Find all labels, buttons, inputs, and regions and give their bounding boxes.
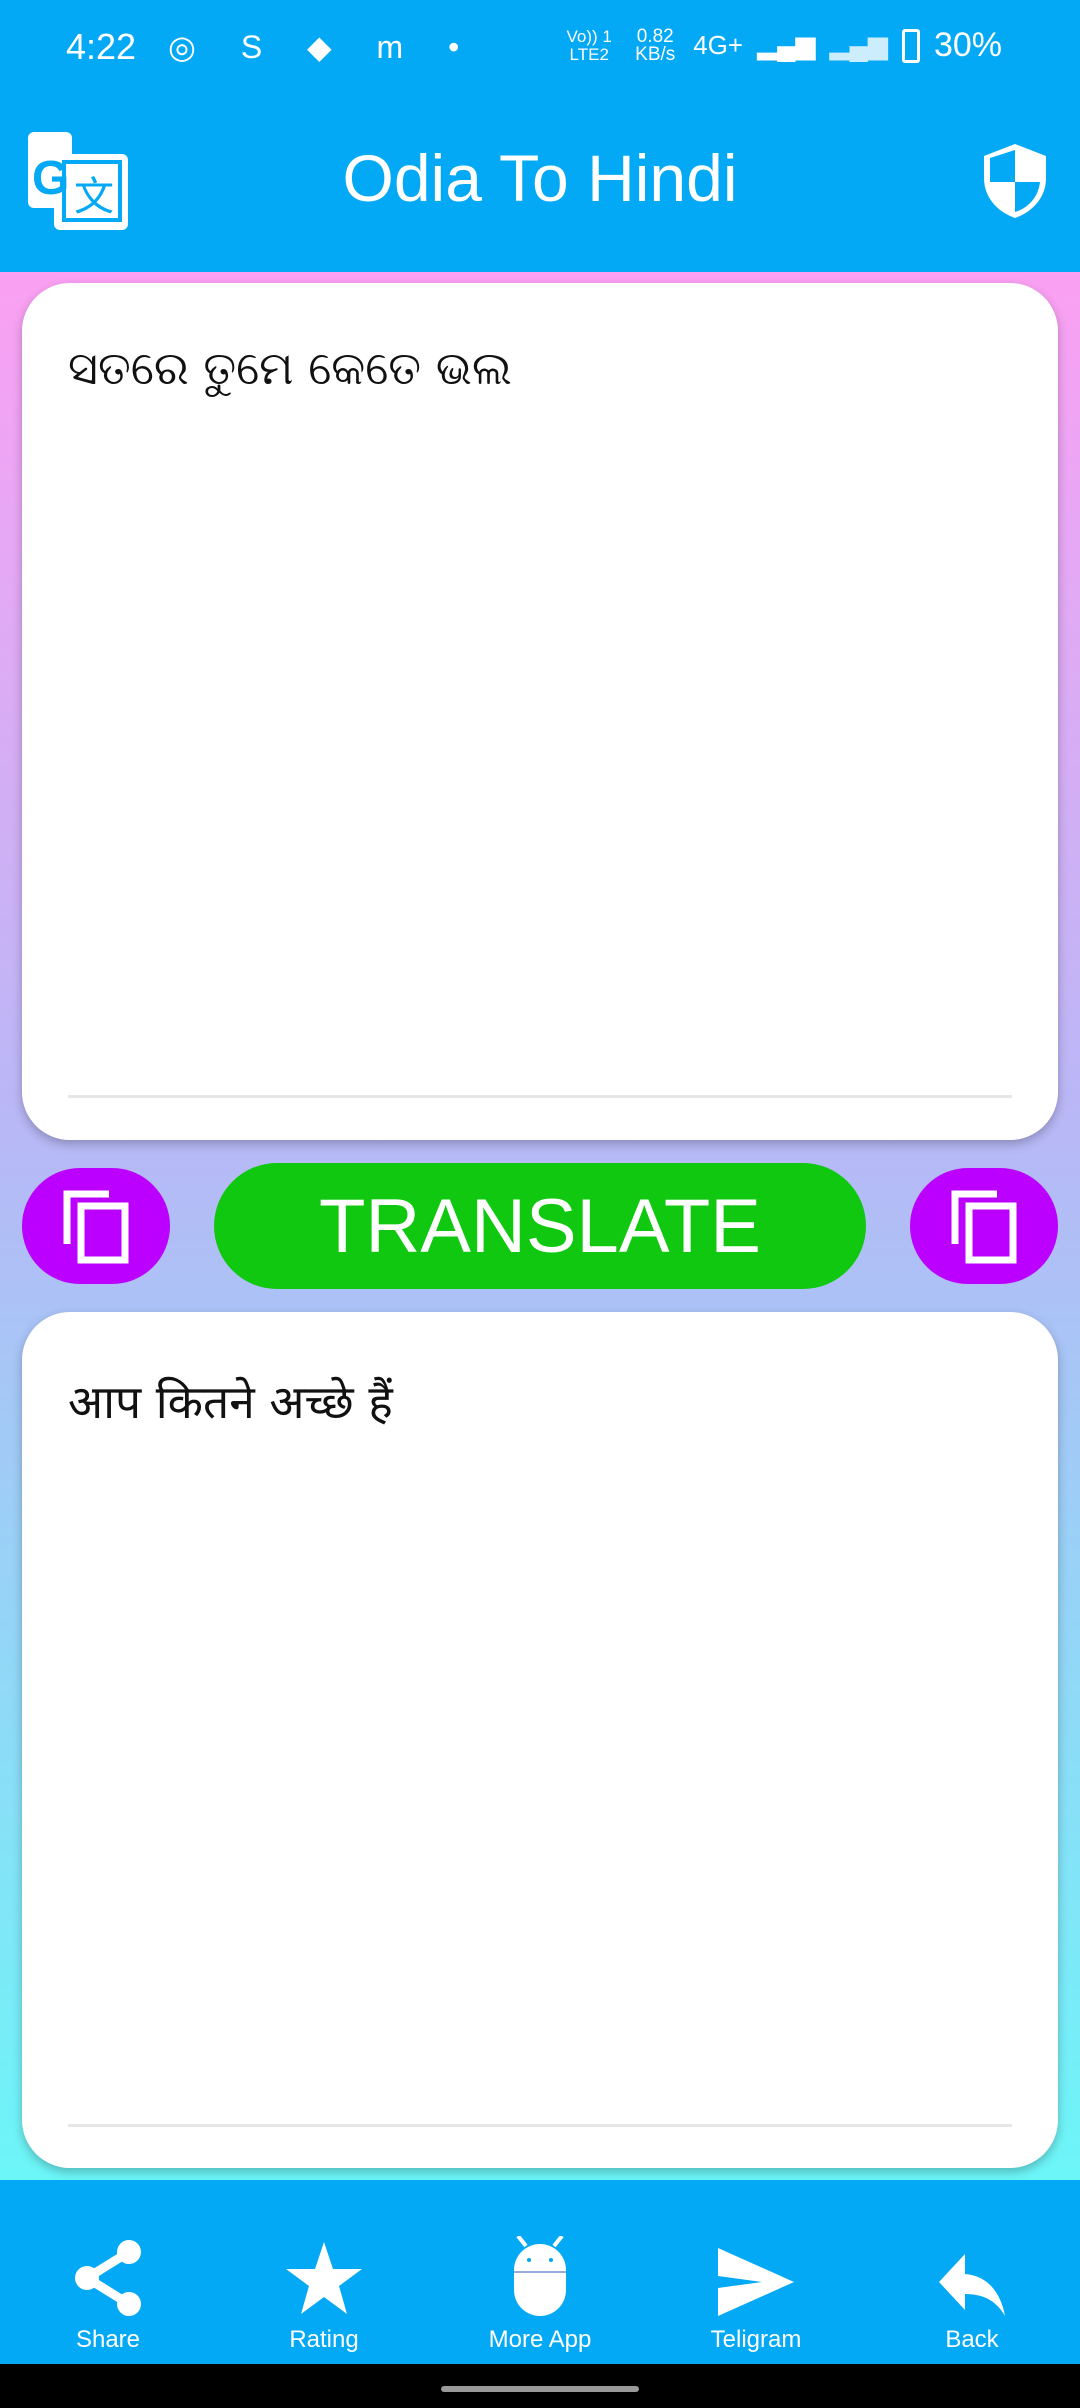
copy-output-button[interactable] — [910, 1168, 1058, 1284]
volte-indicator: Vo)) 1 LTE2 — [566, 26, 612, 64]
nav-label: Teligram — [710, 2326, 802, 2353]
odia-input[interactable]: ସତରେ ତୁମେ କେତେ ଭଲ — [68, 341, 512, 397]
android-icon — [514, 2236, 566, 2316]
nav-label: Back — [945, 2326, 999, 2353]
input-underline — [68, 1095, 1012, 1098]
hindi-output[interactable]: आप कितने अच्छे हैं — [68, 1370, 393, 1432]
battery-level: 30% — [933, 26, 1002, 64]
send-icon — [718, 2248, 794, 2316]
notification-icons: ◎ S ◆ m • — [168, 29, 478, 65]
nav-label: More App — [488, 2326, 592, 2353]
content-area: ସତରେ ତୁମେ କେତେ ଭଲ TRANSLATE आप कितने अच्… — [0, 272, 1080, 2180]
copy-icon — [951, 1190, 1017, 1264]
share-icon — [75, 2240, 141, 2316]
nav-more-app[interactable]: More App — [432, 2180, 648, 2364]
output-underline — [68, 2124, 1012, 2127]
network-speed: 0.82 KB/s — [635, 25, 676, 65]
copy-input-button[interactable] — [22, 1168, 170, 1284]
copy-icon — [63, 1190, 129, 1264]
nav-rating[interactable]: Rating — [216, 2180, 432, 2364]
reply-icon — [939, 2254, 1005, 2316]
input-card[interactable]: ସତରେ ତୁମେ କେତେ ଭଲ — [22, 283, 1058, 1140]
battery-icon — [901, 28, 920, 63]
nav-telegram[interactable]: Teligram — [648, 2180, 864, 2364]
translate-button[interactable]: TRANSLATE — [214, 1163, 866, 1289]
nav-label: Rating — [289, 2326, 359, 2353]
home-indicator[interactable] — [441, 2386, 639, 2392]
shield-icon[interactable] — [982, 142, 1048, 220]
bottom-nav: Share Rating More App Teligram Back — [0, 2180, 1080, 2364]
nav-label: Share — [75, 2326, 141, 2353]
nav-back[interactable]: Back — [864, 2180, 1080, 2364]
status-time: 4:22 — [66, 26, 137, 67]
status-bar: 4:22 ◎ S ◆ m • Vo)) 1 LTE2 0.82 KB/s 4G+… — [0, 26, 1080, 86]
star-icon — [286, 2242, 362, 2314]
signal-icon-2: ▂▄▆ — [829, 30, 888, 60]
nav-share[interactable]: Share — [0, 2180, 216, 2364]
app-header: 4:22 ◎ S ◆ m • Vo)) 1 LTE2 0.82 KB/s 4G+… — [0, 0, 1080, 272]
output-card[interactable]: आप कितने अच्छे हैं — [22, 1312, 1058, 2168]
page-title: Odia To Hindi — [342, 141, 738, 215]
network-type: 4G+ — [693, 30, 744, 60]
signal-icon: ▂▄▆ — [757, 30, 816, 60]
